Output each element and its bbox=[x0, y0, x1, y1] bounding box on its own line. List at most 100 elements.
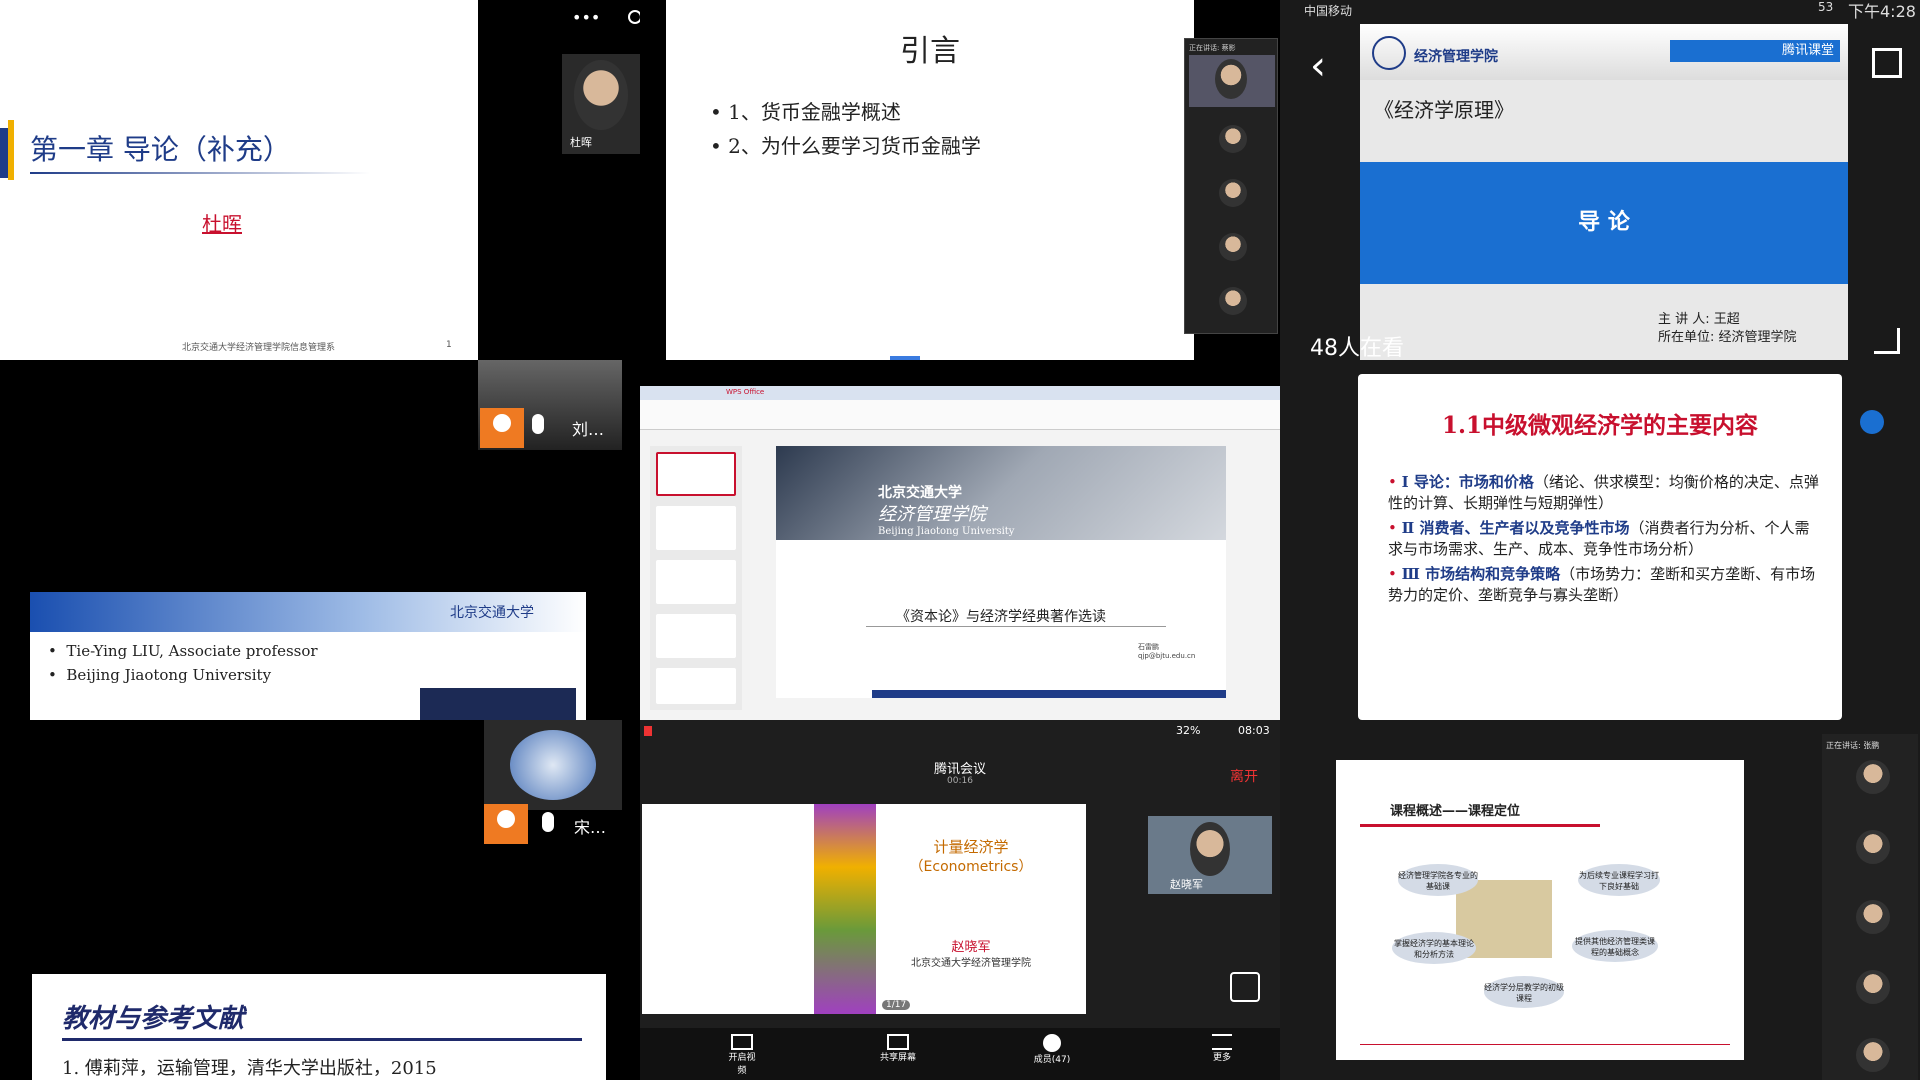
bullet-head: Ⅰ 导论：市场和价格 bbox=[1401, 473, 1534, 491]
slide-8: 计量经济学 （Econometrics） 赵晓军 北京交通大学经济管理学院 1/… bbox=[642, 804, 1086, 1014]
logo-text: 北京交通大学 bbox=[450, 605, 534, 621]
university-name: 北京交通大学 bbox=[878, 485, 962, 501]
avatar[interactable] bbox=[1856, 970, 1890, 1004]
brand-banner: 腾讯课堂 bbox=[1670, 40, 1840, 62]
title-bar-accent-2 bbox=[8, 120, 14, 180]
camera-name: 杜晖 bbox=[570, 136, 592, 149]
bullet-item: • Beijing Jiaotong University bbox=[48, 666, 272, 684]
speaker-video[interactable] bbox=[1189, 55, 1275, 107]
avatar[interactable] bbox=[1219, 287, 1247, 315]
share-icon[interactable] bbox=[1872, 48, 1902, 78]
layout-switch-icon[interactable] bbox=[1230, 972, 1260, 1002]
slide-title-en: （Econometrics） bbox=[909, 859, 1033, 875]
panel-title: 正在讲话: 张鹏 bbox=[1826, 741, 1880, 750]
university-english: Beijing Jiaotong University bbox=[878, 526, 1015, 537]
meeting-toolbar: 开启视频 共享屏幕 成员(47) 更多 bbox=[640, 1028, 1280, 1080]
tile-9[interactable]: 课程概述——课程定位 经济管理学院各专业的基础课 为后续专业课程学习打下良好基础… bbox=[1280, 720, 1920, 1080]
tile-1[interactable]: 第一章 导论（补充） 杜晖 北京交通大学经济管理学院信息管理系 1 ••• 杜晖 bbox=[0, 0, 640, 360]
bubble: 经济学分层教学的初级课程 bbox=[1484, 976, 1564, 1008]
tile-8[interactable]: 32% 08:03 腾讯会议 00:16 离开 计量经济学 （Econometr… bbox=[640, 720, 1280, 1080]
bullet-item: • Ⅰ 导论：市场和价格（绪论、供求模型：均衡价格的决定、点弹性的计算、长期弹性… bbox=[1388, 473, 1819, 512]
thumbnail[interactable] bbox=[656, 668, 736, 704]
tile-4[interactable]: 刘… 北京交通大学 • Tie-Ying LIU, Associate prof… bbox=[0, 360, 640, 720]
microphone-icon[interactable] bbox=[542, 812, 554, 832]
thumbnail[interactable] bbox=[656, 506, 736, 550]
camera-thumbnail[interactable]: 杜晖 bbox=[562, 54, 640, 154]
bullet-text: 2、为什么要学习货币金融学 bbox=[728, 134, 981, 158]
title-underline bbox=[30, 172, 370, 174]
avatar[interactable] bbox=[1860, 410, 1884, 434]
user-icon bbox=[484, 804, 528, 844]
camera-thumbnail[interactable] bbox=[484, 720, 622, 810]
avatar bbox=[1215, 59, 1247, 99]
back-icon[interactable]: ‹ bbox=[1310, 46, 1326, 86]
user-icon bbox=[480, 408, 524, 448]
slide-2: 引言 • 1、货币金融学概述 • 2、为什么要学习货币金融学 bbox=[666, 0, 1194, 360]
bubble: 掌握经济学的基本理论和分析方法 bbox=[1392, 932, 1476, 964]
slide-thumbnails[interactable] bbox=[650, 446, 742, 710]
slide-title: 引言 bbox=[900, 34, 960, 69]
slide-5: 北京交通大学 经济管理学院 Beijing Jiaotong Universit… bbox=[776, 446, 1226, 698]
slide-title: 1.1中级微观经济学的主要内容 bbox=[1441, 412, 1758, 439]
participant-panel[interactable]: 正在讲话: 张鹏 bbox=[1822, 734, 1918, 1080]
slide-1: 第一章 导论（补充） 杜晖 北京交通大学经济管理学院信息管理系 1 bbox=[0, 0, 478, 360]
contact-email: qjp@bjtu.edu.cn bbox=[1138, 652, 1196, 660]
avatar[interactable] bbox=[1856, 900, 1890, 934]
participant-name: 宋… bbox=[574, 818, 607, 837]
more-icon[interactable]: ••• bbox=[572, 8, 600, 27]
unit: 所在单位: 经济管理学院 bbox=[1658, 330, 1797, 345]
more-button[interactable]: 更多 bbox=[1200, 1034, 1244, 1078]
members-button[interactable]: 成员(47) bbox=[1030, 1034, 1074, 1078]
share-screen-button[interactable]: 共享屏幕 bbox=[876, 1034, 920, 1078]
video-button[interactable]: 开启视频 bbox=[726, 1034, 758, 1078]
participant-panel[interactable]: 正在讲话: 蔡影 bbox=[1184, 38, 1278, 334]
fullscreen-icon[interactable] bbox=[1874, 328, 1900, 354]
slide-title: 第一章 导论（补充） bbox=[30, 133, 291, 166]
slide-title: 教材与参考文献 bbox=[62, 1004, 245, 1034]
avatar[interactable] bbox=[1856, 760, 1890, 794]
leave-button[interactable]: 离开 bbox=[1230, 766, 1258, 786]
avatar[interactable] bbox=[1219, 179, 1247, 207]
tile-6[interactable]: 1.1中级微观经济学的主要内容 • Ⅰ 导论：市场和价格（绪论、供求模型：均衡价… bbox=[1280, 360, 1920, 720]
avatar[interactable] bbox=[1856, 830, 1890, 864]
footer-bar bbox=[872, 690, 1226, 698]
tab-bar: WPS Office bbox=[640, 386, 1280, 400]
subtitle: 《资本论》与经济学经典著作选读 bbox=[896, 609, 1106, 625]
carrier: 中国移动 bbox=[1304, 4, 1353, 18]
avatar[interactable] bbox=[1219, 125, 1247, 153]
tile-5[interactable]: WPS Office 北京交通大学 经济管理学院 Beijing Jiaoton… bbox=[640, 360, 1280, 720]
record-icon[interactable] bbox=[628, 10, 640, 24]
footer-line bbox=[1360, 1044, 1730, 1045]
bullet-item: • Tie-Ying LIU, Associate professor bbox=[48, 642, 318, 660]
ribbon-toolbar[interactable] bbox=[640, 400, 1280, 430]
tile-7[interactable]: 宋… 教材与参考文献 1. 傅莉萍，运输管理，清华大学出版社，2015 bbox=[0, 720, 640, 1080]
avatar[interactable] bbox=[1856, 1038, 1890, 1072]
thumbnail[interactable] bbox=[656, 560, 736, 604]
battery-level: 32% bbox=[1176, 724, 1201, 737]
thumbnail[interactable] bbox=[656, 614, 736, 658]
lecturer: 主 讲 人: 王超 bbox=[1658, 312, 1740, 327]
slide-6: 1.1中级微观经济学的主要内容 • Ⅰ 导论：市场和价格（绪论、供求模型：均衡价… bbox=[1358, 374, 1842, 720]
tile-2[interactable]: 引言 • 1、货币金融学概述 • 2、为什么要学习货币金融学 正在讲话: 蔡影 bbox=[640, 0, 1280, 360]
microphone-icon[interactable] bbox=[532, 414, 544, 434]
avatar bbox=[1190, 822, 1230, 876]
thumbnail[interactable] bbox=[656, 452, 736, 496]
logo-text: 经济管理学院 bbox=[1414, 49, 1498, 65]
slide-footer: 北京交通大学经济管理学院信息管理系 bbox=[182, 343, 336, 353]
app-title: 腾讯会议 bbox=[933, 762, 986, 777]
bullet-text: Beijing Jiaotong University bbox=[66, 666, 272, 684]
clock: 08:03 bbox=[1238, 724, 1270, 737]
button-label: 共享屏幕 bbox=[879, 1053, 916, 1063]
bullet-item: • 1、货币金融学概述 bbox=[710, 100, 901, 124]
wps-window: WPS Office 北京交通大学 经济管理学院 Beijing Jiaoton… bbox=[640, 386, 1280, 720]
bullet-head: Ⅲ 市场结构和竞争策略 bbox=[1401, 565, 1561, 583]
bullet-text: Tie-Ying LIU, Associate professor bbox=[66, 642, 318, 660]
slide-7: 教材与参考文献 1. 傅莉萍，运输管理，清华大学出版社，2015 bbox=[32, 974, 606, 1080]
bubble: 提供其他经济管理类课程的基础概念 bbox=[1572, 930, 1658, 962]
tile-3[interactable]: 中国移动 53 下午4:28 ‹ 经济管理学院 腾讯课堂 《经济学原理》 导 论… bbox=[1280, 0, 1920, 360]
participant-name: 刘… bbox=[572, 420, 605, 439]
camera-thumbnail[interactable]: 赵晓军 bbox=[1148, 816, 1272, 894]
app-tab[interactable]: WPS Office bbox=[726, 388, 764, 396]
slide-author: 杜晖 bbox=[202, 212, 242, 236]
avatar[interactable] bbox=[1219, 233, 1247, 261]
